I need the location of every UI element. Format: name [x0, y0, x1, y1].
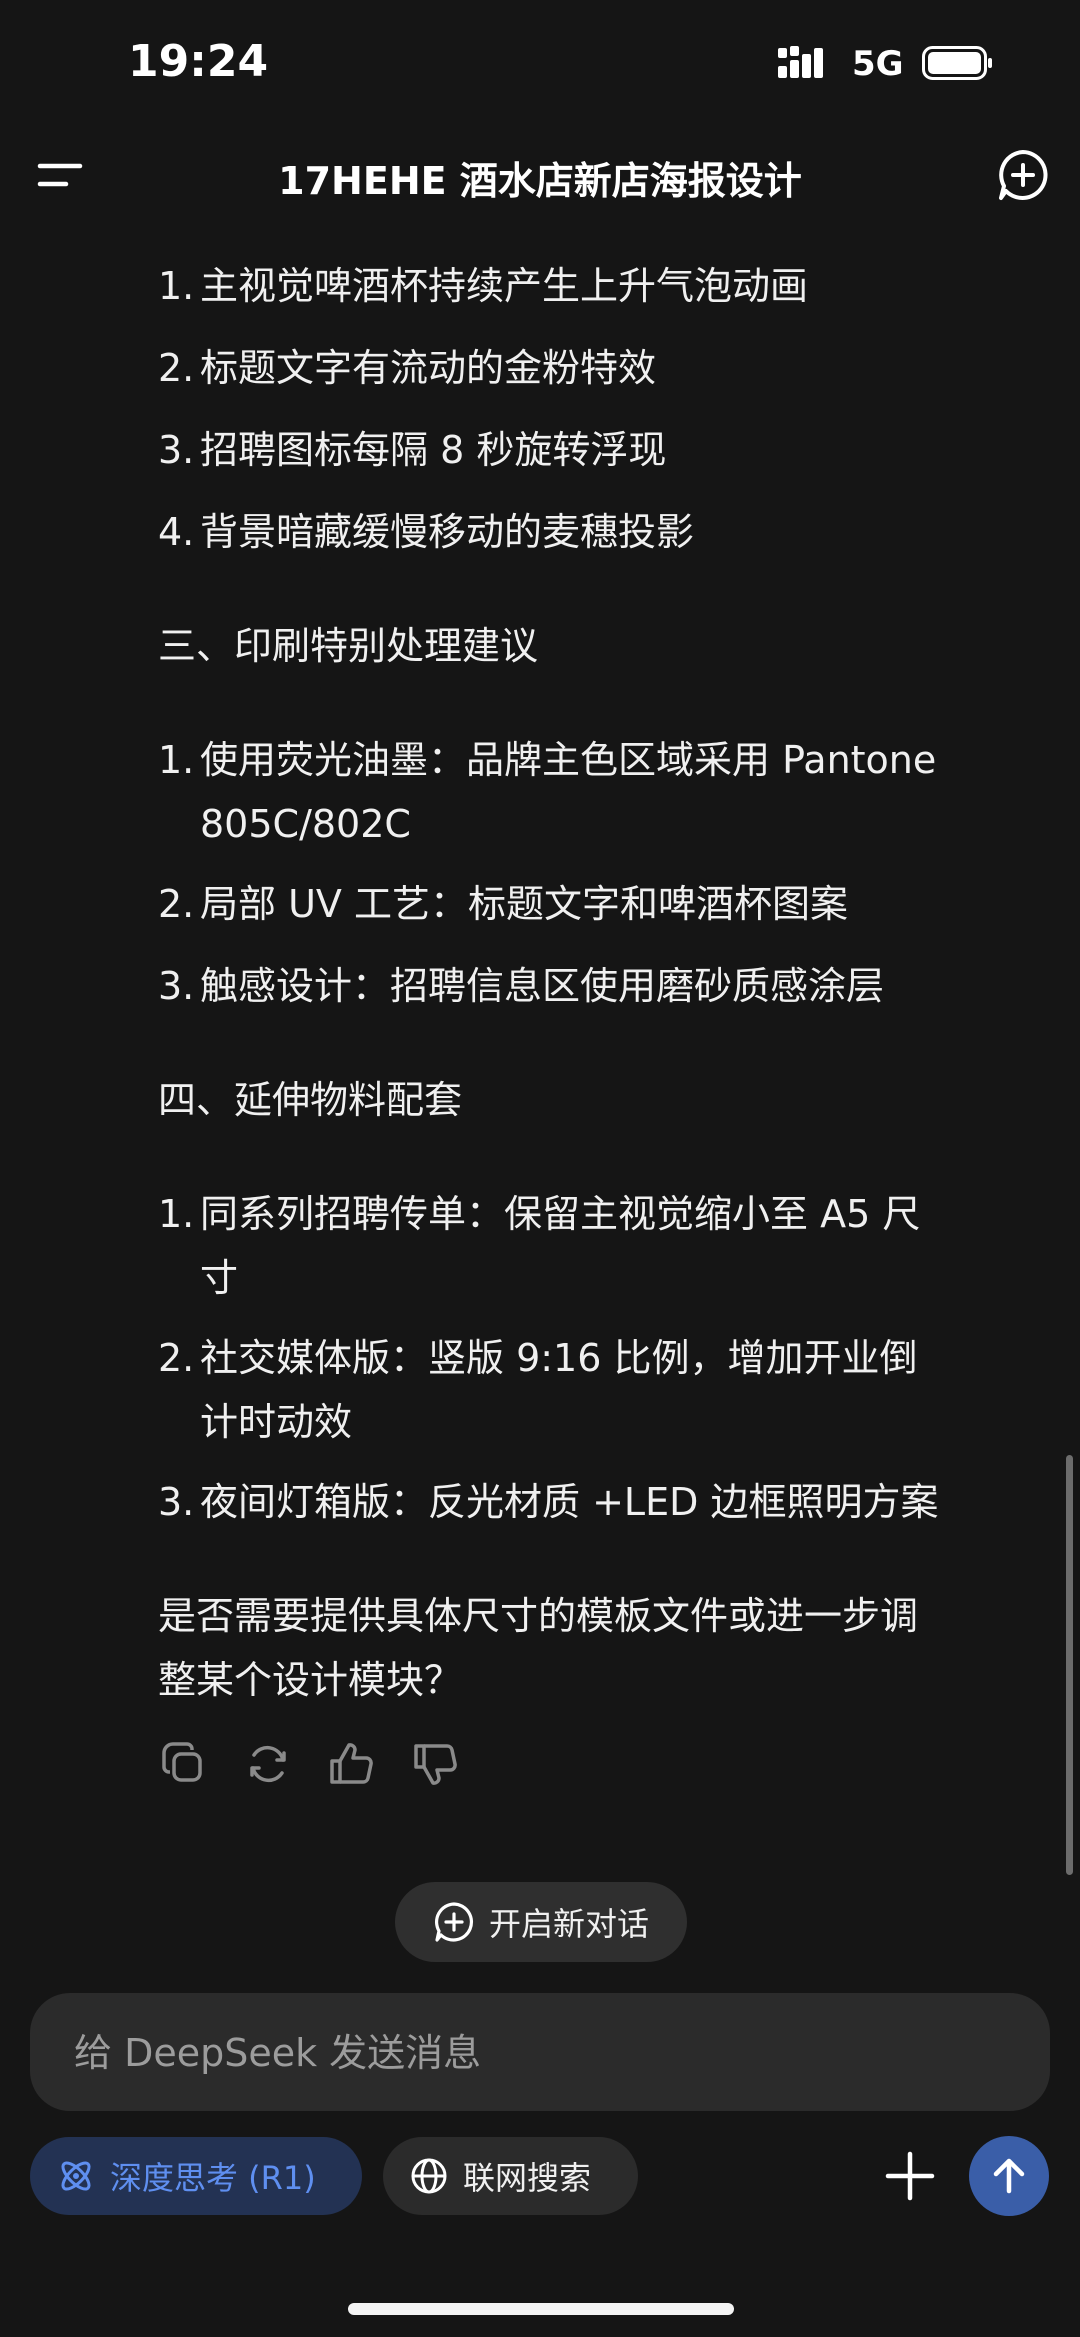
- status-time: 19:24: [128, 36, 269, 87]
- web-search-label: 联网搜索: [463, 2159, 592, 2197]
- menu-icon[interactable]: [36, 152, 86, 198]
- signal-icon: [778, 46, 823, 78]
- atom-icon: [61, 2161, 91, 2191]
- thumbs-up-icon[interactable]: [328, 1740, 376, 1788]
- deep-think-toggle[interactable]: 深度思考 (R1): [30, 2137, 362, 2215]
- list-item-continuation: 寸: [200, 1256, 239, 1300]
- plus-icon[interactable]: [880, 2146, 940, 2206]
- list-item-continuation: 计时动效: [200, 1400, 353, 1444]
- section-heading: 四、延伸物料配套: [158, 1078, 463, 1122]
- list-item: 1. 主视觉啤酒杯持续产生上升气泡动画: [158, 264, 809, 308]
- message-input[interactable]: [72, 1993, 1006, 2113]
- web-search-toggle[interactable]: 联网搜索: [383, 2137, 638, 2215]
- message-input-container: [30, 1993, 1050, 2113]
- list-item: 2. 社交媒体版：竖版 9:16 比例，增加开业倒: [158, 1336, 918, 1380]
- new-chat-icon[interactable]: [996, 148, 1050, 202]
- status-bar: 19:24 5G: [0, 0, 1080, 130]
- list-item: 1. 使用荧光油墨：品牌主色区域采用 Pantone: [158, 738, 937, 782]
- deep-think-label: 深度思考 (R1): [110, 2159, 316, 2197]
- list-item: 4. 背景暗藏缓慢移动的麦穗投影: [158, 510, 695, 554]
- new-chat-button[interactable]: 开启新对话: [395, 1882, 687, 1962]
- closing-paragraph: 整某个设计模块？: [158, 1658, 463, 1702]
- scrollbar[interactable]: [1066, 1455, 1073, 1875]
- regenerate-icon[interactable]: [244, 1740, 292, 1788]
- list-item-continuation: 805C/802C: [200, 802, 411, 846]
- top-bar: 17HEHE 酒水店新店海报设计: [0, 130, 1080, 220]
- list-item: 3. 招聘图标每隔 8 秒旋转浮现: [158, 428, 667, 472]
- list-item: 3. 触感设计：招聘信息区使用磨砂质感涂层: [158, 964, 885, 1008]
- closing-paragraph: 是否需要提供具体尺寸的模板文件或进一步调: [158, 1594, 919, 1638]
- thumbs-down-icon[interactable]: [412, 1740, 460, 1788]
- network-label: 5G: [852, 44, 904, 84]
- arrow-up-icon: [993, 2158, 1025, 2194]
- globe-icon: [411, 2158, 447, 2194]
- section-heading: 三、印刷特别处理建议: [158, 624, 539, 668]
- list-item: 3. 夜间灯箱版：反光材质 +LED 边框照明方案: [158, 1480, 939, 1524]
- send-button[interactable]: [969, 2136, 1049, 2216]
- list-item: 1. 同系列招聘传单：保留主视觉缩小至 A5 尺: [158, 1192, 921, 1236]
- copy-icon[interactable]: [160, 1740, 208, 1788]
- list-item: 2. 标题文字有流动的金粉特效: [158, 346, 657, 390]
- home-indicator: [348, 2303, 734, 2315]
- list-item: 2. 局部 UV 工艺：标题文字和啤酒杯图案: [158, 882, 848, 926]
- battery-icon: [922, 46, 992, 80]
- new-chat-label: 开启新对话: [488, 1905, 649, 1943]
- chat-title[interactable]: 17HEHE 酒水店新店海报设计: [160, 150, 920, 205]
- new-chat-icon: [434, 1902, 474, 1942]
